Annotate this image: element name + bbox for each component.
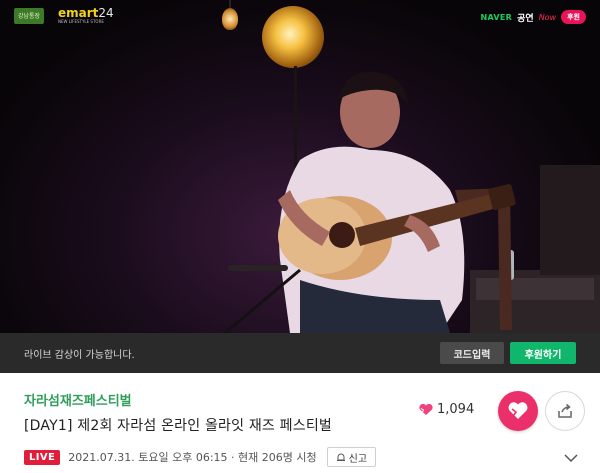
channel-name[interactable]: 자라섬재즈페스티벌 (24, 390, 132, 409)
emart-number: 24 (98, 6, 114, 20)
stream-date-viewers: 2021.07.31. 토요일 오후 06:15 · 현재 206명 시청 (68, 451, 317, 464)
like-count: 1,094 (418, 402, 474, 417)
performer-scene (224, 71, 600, 333)
like-heart-icon (508, 402, 528, 419)
emart-text: emart (58, 6, 99, 20)
naver-now-branding: NAVER 공연 Now 후원 (480, 10, 586, 24)
heart-icon (419, 403, 433, 415)
live-available-message: 라이브 감상이 가능합니다. (24, 349, 135, 361)
video-player[interactable]: 강남통장 emart24 NEW LIFESTYLE STORE NAVER 공… (0, 0, 600, 333)
share-button[interactable] (545, 391, 585, 431)
share-icon (558, 403, 572, 418)
stream-info: 자라섬재즈페스티벌 [DAY1] 제2회 자라섬 온라인 올라잇 재즈 페스티벌… (0, 373, 600, 473)
sponsor-logos: 강남통장 emart24 NEW LIFESTYLE STORE (14, 7, 114, 24)
like-button[interactable] (498, 391, 538, 431)
support-pill[interactable]: 후원 (561, 10, 586, 24)
like-number: 1,094 (437, 402, 475, 417)
naver-logo: NAVER (480, 12, 513, 22)
live-badge: LIVE (24, 449, 61, 465)
player-bar: 라이브 감상이 가능합니다. 코드입력 후원하기 (0, 333, 600, 373)
now-logo: Now (538, 12, 557, 22)
support-button[interactable]: 후원하기 (510, 342, 576, 364)
emart-subtitle: NEW LIFESTYLE STORE (58, 19, 104, 24)
stream-title: [DAY1] 제2회 자라섬 온라인 올라잇 재즈 페스티벌 (24, 418, 332, 434)
logo-badge: 강남통장 (14, 7, 44, 24)
emart-logo: emart24 NEW LIFESTYLE STORE (58, 7, 114, 24)
report-label: 신고 (348, 453, 368, 465)
code-input-button[interactable]: 코드입력 (440, 342, 504, 364)
chevron-down-icon[interactable] (564, 453, 578, 463)
report-button[interactable]: 신고 (326, 447, 377, 467)
stream-meta: LIVE 2021.07.31. 토요일 오후 06:15 · 현재 206명 … (24, 447, 377, 467)
report-icon (336, 453, 345, 461)
gongyeon-label: 공연 (517, 13, 534, 24)
